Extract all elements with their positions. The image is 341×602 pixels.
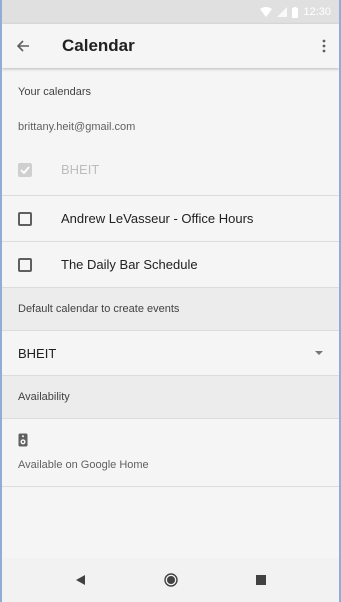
- calendar-label: The Daily Bar Schedule: [61, 257, 198, 272]
- app-bar: Calendar: [2, 24, 339, 68]
- availability-google-home[interactable]: Available on Google Home: [2, 418, 339, 487]
- calendar-item-office-hours[interactable]: Andrew LeVasseur - Office Hours: [2, 195, 339, 241]
- account-email: brittany.heit@gmail.com: [2, 110, 339, 144]
- availability-label: Available on Google Home: [18, 459, 149, 471]
- nav-back-icon: [76, 575, 85, 585]
- system-nav-bar: [2, 558, 339, 602]
- calendar-item-daily-bar[interactable]: The Daily Bar Schedule: [2, 241, 339, 287]
- nav-recents-button[interactable]: [253, 572, 269, 588]
- page-title: Calendar: [62, 36, 135, 55]
- calendar-label: Andrew LeVasseur - Office Hours: [61, 211, 254, 226]
- checkbox-checked[interactable]: [18, 162, 32, 177]
- nav-recents-icon: [255, 575, 266, 585]
- status-bar: 12:30: [2, 0, 339, 24]
- wifi-icon: [260, 7, 273, 17]
- checkbox[interactable]: [18, 257, 32, 272]
- calendar-item-bheit[interactable]: BHEIT: [2, 144, 339, 195]
- battery-icon: [292, 6, 299, 18]
- speaker-icon: [18, 433, 28, 447]
- more-options-button[interactable]: [309, 24, 339, 68]
- arrow-back-icon: [16, 40, 29, 52]
- dropdown-selected-value: BHEIT: [18, 345, 57, 361]
- status-time: 12:30: [303, 6, 331, 18]
- phone-screen: 12:30 Calendar Your calendars brittany.h…: [2, 0, 339, 602]
- dropdown-arrow-icon: [315, 351, 323, 355]
- signal-icon: [277, 7, 288, 17]
- checkbox[interactable]: [18, 211, 32, 226]
- section-header-availability: Availability: [2, 375, 339, 418]
- nav-back-button[interactable]: [73, 572, 89, 588]
- default-calendar-dropdown[interactable]: BHEIT: [2, 330, 339, 375]
- section-header-default-calendar: Default calendar to create events: [2, 287, 339, 330]
- section-header-your-calendars: Your calendars: [2, 68, 339, 110]
- back-button[interactable]: [4, 24, 42, 68]
- nav-home-icon: [163, 573, 178, 587]
- calendar-label: BHEIT: [61, 162, 100, 177]
- more-vert-icon: [322, 39, 326, 53]
- check-icon: [20, 165, 30, 174]
- nav-home-button[interactable]: [163, 572, 179, 588]
